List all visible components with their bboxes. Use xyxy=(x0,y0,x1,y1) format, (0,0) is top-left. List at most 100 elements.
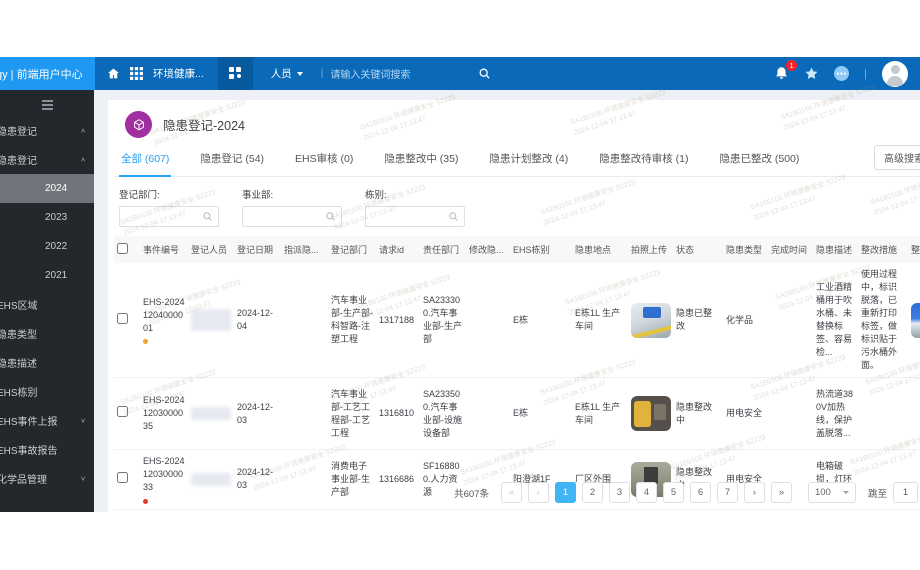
resp-dept: SA233300.汽车事业部-生产部 xyxy=(420,263,466,379)
jump-to-label: 跳至 xyxy=(867,488,887,500)
register-dept: 汽车事业部-工艺工程部-工艺工程 xyxy=(328,377,376,451)
col-register-dept: 登记部门 xyxy=(328,236,376,263)
photo-thumbnail[interactable] xyxy=(631,396,671,432)
filter-label-reg-dept: 登记部门: xyxy=(119,190,160,201)
table-row[interactable]: EHS-20241204000001 2024-12-04 汽车事业部-生产部-… xyxy=(114,263,920,379)
page-title: 隐患登记-2024 xyxy=(163,119,245,133)
page-button-7[interactable]: 7 xyxy=(716,482,738,503)
sidebar-item-hidden-danger-register[interactable]: 隐患登记 ∧ xyxy=(0,145,94,174)
user-avatar[interactable] xyxy=(882,60,908,87)
brand-text: gy | 前端用户中心 xyxy=(0,68,83,81)
tab-rectifying[interactable]: 隐患整改中 (35) xyxy=(382,147,460,176)
apps-grid-icon[interactable] xyxy=(130,67,143,80)
prev-page-button[interactable]: ‹ xyxy=(527,482,549,503)
photo-thumbnail[interactable] xyxy=(631,302,671,338)
tab-pending-review[interactable]: 隐患整改待审核 (1) xyxy=(597,147,690,176)
col-register-date: 登记日期 xyxy=(234,236,281,263)
danger-desc: 工业酒精桶用于吹水桶、未替换标签、容易检... xyxy=(813,263,858,379)
table-row[interactable]: EHS-20241203000035 2024-12-03 汽车事业部-工艺工程… xyxy=(114,377,920,451)
sidebar-item-chemical-mgmt[interactable]: 化学品管理 ∨ xyxy=(0,464,94,493)
filter-reg-dept-input[interactable] xyxy=(125,211,202,222)
register-date: 2024-12-03 xyxy=(234,377,281,451)
select-all-checkbox[interactable] xyxy=(117,243,128,254)
tab-plan-rectify[interactable]: 隐患计划整改 (4) xyxy=(487,147,570,176)
page-button-3[interactable]: 3 xyxy=(608,482,630,503)
jump-page-input[interactable] xyxy=(893,482,918,503)
sidebar-item-2021[interactable]: 2021 xyxy=(0,261,94,290)
first-page-button[interactable]: « xyxy=(500,482,522,503)
next-page-button[interactable]: › xyxy=(743,482,765,503)
after-photo-thumbnail[interactable] xyxy=(911,302,920,338)
row-checkbox[interactable] xyxy=(117,406,128,418)
filter-label-division: 事业部: xyxy=(242,190,274,201)
filter-label-building: 栋别: xyxy=(365,190,387,201)
location: E栋1L 生产车间 xyxy=(572,263,628,379)
sidebar-item-danger-desc[interactable]: 隐患描述 xyxy=(0,348,94,377)
row-checkbox[interactable] xyxy=(117,312,128,324)
page-size-select[interactable]: 100 xyxy=(807,482,856,503)
more-ellipsis-icon[interactable]: ●●● xyxy=(834,66,850,81)
navbar-divider: | xyxy=(864,67,867,80)
page-button-2[interactable]: 2 xyxy=(581,482,603,503)
page-button-6[interactable]: 6 xyxy=(689,482,711,503)
col-type: 隐患类型 xyxy=(723,236,768,263)
sidebar-item-2024[interactable]: 2024 xyxy=(0,174,94,203)
org-icon xyxy=(228,67,242,80)
col-desc: 隐患描述 xyxy=(813,236,858,263)
redacted-person-name xyxy=(191,407,231,421)
request-id: 1316810 xyxy=(376,377,420,451)
filter-division-box xyxy=(242,206,342,227)
last-page-button[interactable]: » xyxy=(770,482,792,503)
danger-type: 用电安全 xyxy=(723,377,768,451)
col-resp-dept: 责任部门 xyxy=(420,236,466,263)
page-button-5[interactable]: 5 xyxy=(662,482,684,503)
current-app-name[interactable]: 环境健康... xyxy=(153,66,204,81)
sidebar-item-hidden-danger-group[interactable]: 隐患登记 ∧ xyxy=(0,116,94,145)
col-location: 隐患地点 xyxy=(572,236,628,263)
sidebar-item-2022[interactable]: 2022 xyxy=(0,232,94,261)
tab-registered[interactable]: 隐患登记 (54) xyxy=(198,147,266,176)
chevron-up-icon: ∧ xyxy=(80,155,86,164)
col-after: 整改 xyxy=(908,236,920,263)
filter-division-input[interactable] xyxy=(248,211,325,222)
advanced-search-button[interactable]: 高级搜索 xyxy=(874,145,920,170)
sidebar-item-ehs-accident-report[interactable]: EHS事故报告 xyxy=(0,435,94,464)
sidebar-item-ehs-building[interactable]: EHS栋别 xyxy=(0,377,94,406)
top-navbar: gy | 前端用户中心 环境健康... 人员 | 请输入关键词搜索 1 ●●● … xyxy=(0,57,920,90)
status-text: 隐患已整改 xyxy=(673,263,723,379)
sidebar-item-danger-type[interactable]: 隐患类型 xyxy=(0,319,94,348)
app-window: gy | 前端用户中心 环境健康... 人员 | 请输入关键词搜索 1 ●●● … xyxy=(0,57,920,512)
event-no[interactable]: EHS-20241204000001 xyxy=(143,297,185,333)
tab-all[interactable]: 全部 (607) xyxy=(119,147,172,177)
redacted-person-name xyxy=(191,309,231,332)
sidebar-item-ehs-area[interactable]: EHS区域 xyxy=(0,290,94,319)
pagination: 共607条 « ‹ 1 2 3 4 5 6 7 › » 100 跳至 1 xyxy=(108,482,920,503)
sidebar-collapse-icon[interactable] xyxy=(0,94,94,116)
status-dot-orange xyxy=(143,339,148,345)
sidebar-item-ehs-event-report[interactable]: EHS事件上报 ∨ xyxy=(0,406,94,435)
event-no[interactable]: EHS-20241203000035 xyxy=(143,395,185,431)
filter-building-box xyxy=(365,206,465,227)
module-cube-icon xyxy=(125,111,152,138)
chevron-down-icon: ∨ xyxy=(80,474,86,483)
page-button-1[interactable]: 1 xyxy=(554,482,576,503)
danger-table: 事件编号 登记人员 登记日期 指派隐... 登记部门 请求id 责任部门 修改隐… xyxy=(114,236,920,510)
danger-desc: 热流道380V加热线，保护盖脱落... xyxy=(813,377,858,451)
favorites-star-icon[interactable] xyxy=(804,66,819,81)
filter-building-input[interactable] xyxy=(371,211,448,222)
table-header-row: 事件编号 登记人员 登记日期 指派隐... 登记部门 请求id 责任部门 修改隐… xyxy=(114,236,920,263)
danger-type: 化学品 xyxy=(723,263,768,379)
notifications-bell-icon[interactable]: 1 xyxy=(774,60,798,81)
tab-ehs-review[interactable]: EHS审核 (0) xyxy=(293,147,355,176)
people-dropdown[interactable]: 人员 xyxy=(271,66,303,81)
chevron-down-icon xyxy=(842,491,849,494)
org-switcher[interactable] xyxy=(217,57,253,90)
col-modify: 修改隐... xyxy=(466,236,510,263)
global-search[interactable]: | 请输入关键词搜索 xyxy=(321,66,491,81)
tab-rectified[interactable]: 隐患已整改 (500) xyxy=(717,147,801,176)
page-button-4[interactable]: 4 xyxy=(635,482,657,503)
search-icon[interactable] xyxy=(478,67,491,80)
col-finish-time: 完成时间 xyxy=(768,236,813,263)
sidebar-item-2023[interactable]: 2023 xyxy=(0,203,94,232)
home-icon[interactable] xyxy=(107,67,120,80)
